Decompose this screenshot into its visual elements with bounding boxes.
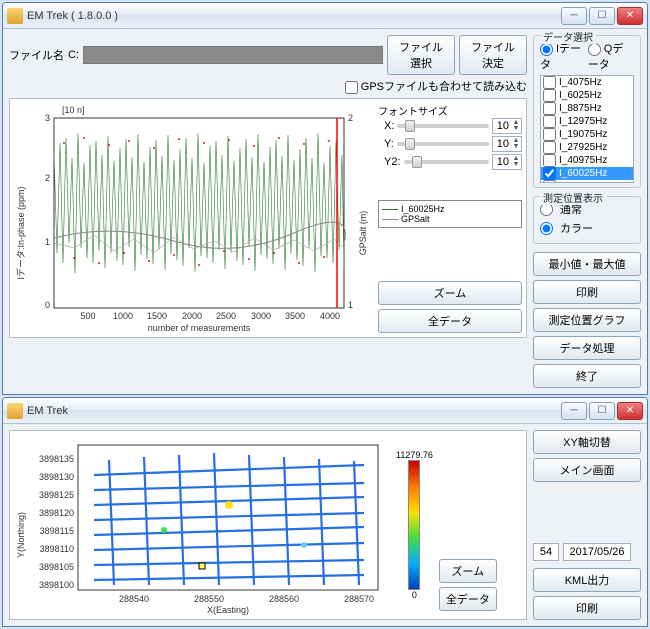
close-button[interactable]: ✕ — [617, 402, 643, 420]
timeseries-chart: [10 n] Iデータ:In-phase (ppm) GPSalt (m) — [14, 103, 374, 333]
svg-text:3500: 3500 — [285, 311, 305, 321]
kml-export-button[interactable]: KML出力 — [533, 568, 641, 592]
svg-text:3000: 3000 — [251, 311, 271, 321]
map-zoom-button[interactable]: ズーム — [439, 559, 497, 583]
slider-y[interactable]: Y:10▲▼ — [384, 136, 522, 152]
svg-text:2: 2 — [45, 173, 50, 183]
slider-y2[interactable]: Y2:10▲▼ — [384, 154, 522, 170]
titlebar-2[interactable]: EM Trek ─ ☐ ✕ — [3, 398, 647, 424]
minimize-button[interactable]: ─ — [561, 402, 587, 420]
app-icon — [7, 8, 23, 24]
svg-text:1: 1 — [45, 237, 50, 247]
svg-text:3898115: 3898115 — [40, 526, 74, 536]
slider-x[interactable]: X:10▲▼ — [384, 118, 522, 134]
list-item[interactable]: I_6025Hz — [541, 89, 633, 102]
maximize-button[interactable]: ☐ — [589, 402, 615, 420]
file-confirm-button[interactable]: ファイル決定 — [459, 35, 527, 75]
dataproc-button[interactable]: データ処理 — [533, 336, 641, 360]
svg-text:Y(Northing): Y(Northing) — [16, 512, 26, 558]
window-title: EM Trek ( 1.8.0.0 ) — [27, 10, 561, 22]
fontsize-label: フォントサイズ — [378, 103, 522, 118]
map-chart: Y(Northing) 3898100 3898105 3898110 3898115… — [14, 435, 394, 615]
list-item[interactable]: I_60025Hz — [541, 167, 633, 180]
svg-text:3898100: 3898100 — [39, 580, 74, 590]
pos-display-panel: 測定位置表示 通常 カラー — [533, 196, 641, 244]
svg-text:2500: 2500 — [216, 311, 236, 321]
zoom-button[interactable]: ズーム — [378, 281, 522, 305]
maximize-button[interactable]: ☐ — [589, 7, 615, 25]
svg-text:X(Easting): X(Easting) — [207, 605, 249, 615]
svg-text:3898125: 3898125 — [39, 490, 74, 500]
map-window: EM Trek ─ ☐ ✕ Y(Northing) 3898100 3898105… — [2, 397, 648, 627]
window-title-2: EM Trek — [27, 405, 561, 417]
svg-text:number of measurements: number of measurements — [148, 323, 251, 333]
main-window: EM Trek ( 1.8.0.0 ) ─ ☐ ✕ ファイル名 C: ファイル選… — [2, 2, 648, 395]
svg-text:1: 1 — [348, 300, 353, 310]
map-print-button[interactable]: 印刷 — [533, 596, 641, 620]
colorbar-min: 0 — [412, 590, 417, 600]
svg-text:3898120: 3898120 — [39, 508, 74, 518]
svg-text:288540: 288540 — [119, 594, 149, 604]
exit-button[interactable]: 終了 — [533, 364, 641, 388]
xy-switch-button[interactable]: XY軸切替 — [533, 430, 641, 454]
svg-text:288550: 288550 — [194, 594, 224, 604]
svg-text:4000: 4000 — [320, 311, 340, 321]
titlebar[interactable]: EM Trek ( 1.8.0.0 ) ─ ☐ ✕ — [3, 3, 647, 29]
list-item[interactable]: I_40975Hz — [541, 154, 633, 167]
file-prefix: C: — [68, 49, 79, 61]
close-button[interactable]: ✕ — [617, 7, 643, 25]
svg-text:3898105: 3898105 — [39, 562, 74, 572]
svg-text:[10 n]: [10 n] — [62, 105, 85, 115]
gps-checkbox[interactable]: GPSファイルも合わせて読み込む — [345, 78, 527, 94]
radio-q-data[interactable]: Qデータ — [588, 40, 634, 72]
svg-text:2: 2 — [348, 113, 353, 123]
svg-text:3898135: 3898135 — [39, 454, 74, 464]
data-select-panel: データ選択 Iデータ Qデータ I_4075HzI_6025HzI_8875Hz… — [533, 35, 641, 188]
svg-text:500: 500 — [80, 311, 95, 321]
map-chart-panel: Y(Northing) 3898100 3898105 3898110 3898115… — [9, 430, 527, 620]
svg-text:3: 3 — [45, 113, 50, 123]
list-item[interactable]: I_87075Hz — [541, 180, 633, 183]
list-item[interactable]: I_27925Hz — [541, 141, 633, 154]
chart-legend: I_60025Hz GPSalt — [378, 200, 522, 228]
alldata-button[interactable]: 全データ — [378, 309, 522, 333]
minimize-button[interactable]: ─ — [561, 7, 587, 25]
record-number-field[interactable] — [533, 543, 559, 561]
list-item[interactable]: I_8875Hz — [541, 102, 633, 115]
svg-text:3898130: 3898130 — [39, 472, 74, 482]
main-screen-button[interactable]: メイン画面 — [533, 458, 641, 482]
list-item[interactable]: I_4075Hz — [541, 76, 633, 89]
list-item[interactable]: I_19075Hz — [541, 128, 633, 141]
svg-text:Iデータ:In-phase (ppm): Iデータ:In-phase (ppm) — [15, 186, 26, 279]
file-select-button[interactable]: ファイル選択 — [387, 35, 455, 75]
colorbar-max: 11279.76 — [396, 450, 433, 460]
svg-text:288570: 288570 — [344, 594, 374, 604]
file-label: ファイル名 — [9, 47, 64, 63]
frequency-listbox[interactable]: I_4075HzI_6025HzI_8875HzI_12975HzI_19075… — [540, 75, 634, 183]
svg-text:3898110: 3898110 — [40, 544, 74, 554]
map-alldata-button[interactable]: 全データ — [439, 587, 497, 611]
posgraph-button[interactable]: 測定位置グラフ — [533, 308, 641, 332]
radio-color[interactable]: カラー — [540, 220, 634, 236]
colorbar — [408, 460, 420, 590]
svg-text:1500: 1500 — [147, 311, 167, 321]
app-icon — [7, 403, 23, 419]
svg-text:1000: 1000 — [113, 311, 133, 321]
date-field[interactable] — [563, 543, 631, 561]
radio-i-data[interactable]: Iデータ — [540, 40, 582, 72]
minmax-button[interactable]: 最小値・最大値 — [533, 252, 641, 276]
list-item[interactable]: I_12975Hz — [541, 115, 633, 128]
print-button[interactable]: 印刷 — [533, 280, 641, 304]
svg-text:288560: 288560 — [269, 594, 299, 604]
svg-text:GPSalt (m): GPSalt (m) — [358, 211, 368, 256]
svg-text:0: 0 — [45, 300, 50, 310]
svg-text:2000: 2000 — [182, 311, 202, 321]
timeseries-chart-panel: [10 n] Iデータ:In-phase (ppm) GPSalt (m) — [9, 98, 527, 338]
file-path-field[interactable] — [83, 46, 383, 64]
